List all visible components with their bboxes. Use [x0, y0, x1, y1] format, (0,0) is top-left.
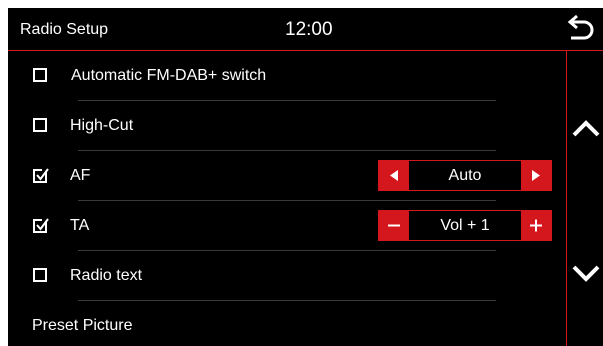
back-arrow-icon — [567, 14, 594, 40]
af-value: Auto — [448, 167, 482, 184]
af-selector: Auto — [378, 160, 552, 191]
af-next-button[interactable] — [521, 161, 551, 190]
setting-label: Automatic FM-DAB+ switch — [71, 67, 267, 84]
settings-list: Automatic FM-DAB+ switch High-Cut AF Aut… — [8, 51, 566, 346]
setting-label: AF — [70, 167, 91, 184]
triangle-left-icon — [390, 170, 398, 181]
header-bar: Radio Setup 12:00 — [8, 8, 603, 50]
triangle-right-icon — [532, 170, 540, 181]
setting-row-radio-text[interactable]: Radio text — [8, 251, 566, 301]
setting-label: TA — [70, 217, 90, 234]
setting-row-automatic-fm-dab-switch[interactable]: Automatic FM-DAB+ switch — [8, 51, 566, 101]
scroll-rail — [566, 51, 567, 346]
scroll-up-button[interactable] — [571, 116, 601, 140]
checkbox-unchecked-icon[interactable] — [33, 68, 49, 84]
ta-increase-button[interactable] — [521, 211, 551, 240]
checkbox-unchecked-icon[interactable] — [33, 268, 49, 284]
scroll-down-button[interactable] — [571, 262, 601, 286]
chevron-up-icon — [572, 120, 600, 137]
plus-icon — [530, 219, 542, 232]
setting-row-high-cut[interactable]: High-Cut — [8, 101, 566, 151]
af-previous-button[interactable] — [379, 161, 409, 190]
ta-decrease-button[interactable] — [379, 211, 409, 240]
ta-volume-stepper: Vol + 1 — [378, 210, 552, 241]
page-title: Radio Setup — [20, 21, 109, 38]
setting-label: High-Cut — [70, 117, 134, 134]
setting-row-af[interactable]: AF Auto — [8, 151, 566, 201]
ta-value: Vol + 1 — [440, 217, 490, 234]
checkbox-checked-icon[interactable] — [33, 168, 49, 184]
checkbox-unchecked-icon[interactable] — [33, 118, 49, 134]
radio-setup-screen: Radio Setup 12:00 Automatic FM-DAB+ swit… — [8, 8, 603, 346]
setting-row-preset-picture[interactable]: Preset Picture — [8, 301, 566, 346]
setting-label: Radio text — [70, 267, 143, 284]
setting-label: Preset Picture — [32, 317, 133, 334]
back-button[interactable] — [561, 14, 597, 46]
checkbox-checked-icon[interactable] — [33, 218, 49, 234]
setting-row-ta[interactable]: TA Vol + 1 — [8, 201, 566, 251]
chevron-down-icon — [572, 265, 600, 282]
minus-icon — [388, 224, 400, 227]
clock: 12:00 — [285, 19, 333, 40]
